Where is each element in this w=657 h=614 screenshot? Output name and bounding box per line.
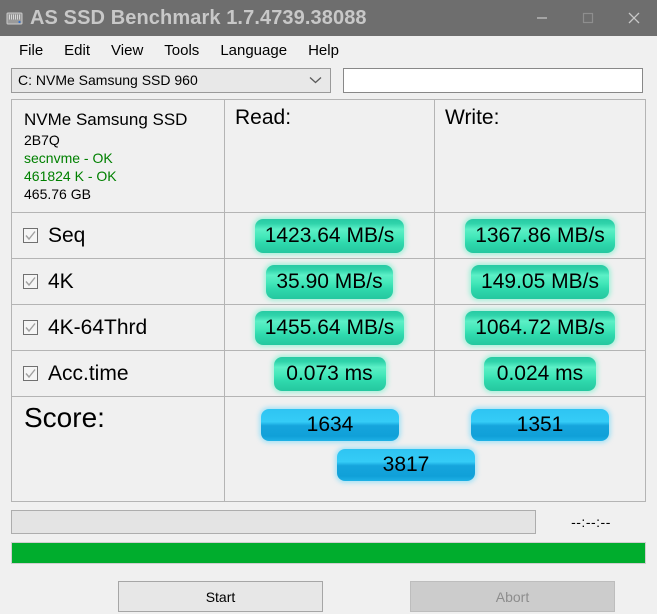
score-total-slot: 3817: [225, 441, 645, 481]
chevron-down-icon: [309, 71, 322, 89]
table-row: Seq 1423.64 MB/s 1367.86 MB/s: [12, 213, 645, 259]
score-row: Score: 1634 1351 3817: [12, 397, 645, 502]
drive-info-panel: NVMe Samsung SSD 2B7Q secnvme - OK 46182…: [12, 100, 225, 212]
score-badges-area: 1634 1351 3817: [225, 397, 645, 501]
grid-header-row: NVMe Samsung SSD 2B7Q secnvme - OK 46182…: [12, 100, 645, 213]
abort-button: Abort: [410, 581, 615, 612]
write-cell-acctime: 0.024 ms: [435, 351, 645, 396]
menu-item-tools[interactable]: Tools: [154, 40, 210, 61]
read-cell-seq: 1423.64 MB/s: [225, 213, 435, 258]
checkbox-checked-icon[interactable]: [23, 366, 38, 381]
table-row: 4K-64Thrd 1455.64 MB/s 1064.72 MB/s: [12, 305, 645, 351]
drive-model: NVMe Samsung SSD: [24, 109, 224, 131]
value-badge: 149.05 MB/s: [471, 265, 609, 299]
close-icon[interactable]: [611, 0, 657, 36]
value-badge: 1455.64 MB/s: [255, 311, 405, 345]
menu-item-help[interactable]: Help: [298, 40, 350, 61]
value-badge: 1064.72 MB/s: [465, 311, 615, 345]
write-cell-4k64thrd: 1064.72 MB/s: [435, 305, 645, 350]
drive-firmware: 2B7Q: [24, 131, 224, 149]
checkbox-checked-icon[interactable]: [23, 320, 38, 335]
score-badge-read: 1634: [261, 409, 399, 441]
menu-item-edit[interactable]: Edit: [54, 40, 101, 61]
table-row: 4K 35.90 MB/s 149.05 MB/s: [12, 259, 645, 305]
row-label-cell-4k64thrd: 4K-64Thrd: [12, 305, 225, 350]
drive-select-value: C: NVMe Samsung SSD 960: [12, 72, 198, 88]
write-header-label: Write:: [435, 100, 645, 130]
read-cell-4k64thrd: 1455.64 MB/s: [225, 305, 435, 350]
read-column-header: Read:: [225, 100, 435, 212]
start-button[interactable]: Start: [118, 581, 323, 612]
read-cell-acctime: 0.073 ms: [225, 351, 435, 396]
score-label-cell: Score:: [12, 397, 225, 501]
selector-row: C: NVMe Samsung SSD 960: [0, 64, 657, 96]
menu-item-file[interactable]: File: [9, 40, 54, 61]
drive-alignment: 461824 K - OK: [24, 167, 224, 185]
value-badge: 35.90 MB/s: [266, 265, 392, 299]
progress-bar-fill: [12, 543, 645, 563]
checkbox-checked-icon[interactable]: [23, 228, 38, 243]
window-title: AS SSD Benchmark 1.7.4739.38088: [30, 7, 367, 30]
status-row: --:--:--: [11, 510, 646, 534]
write-column-header: Write:: [435, 100, 645, 212]
drive-icon: [6, 10, 23, 27]
write-cell-4k: 149.05 MB/s: [435, 259, 645, 304]
maximize-icon[interactable]: [565, 0, 611, 36]
score-badge-total: 3817: [337, 449, 475, 481]
score-badge-write: 1351: [471, 409, 609, 441]
table-row: Acc.time 0.073 ms 0.024 ms: [12, 351, 645, 397]
menu-item-language[interactable]: Language: [210, 40, 298, 61]
value-badge: 1367.86 MB/s: [465, 219, 615, 253]
value-badge: 0.024 ms: [484, 357, 596, 391]
menu-bar: File Edit View Tools Language Help: [0, 36, 657, 64]
row-label-cell-4k: 4K: [12, 259, 225, 304]
results-grid: NVMe Samsung SSD 2B7Q secnvme - OK 46182…: [11, 99, 646, 502]
score-label: Score:: [12, 397, 224, 434]
drive-driver: secnvme - OK: [24, 149, 224, 167]
button-row: Start Abort: [0, 581, 657, 612]
score-read-slot: 1634: [225, 409, 435, 441]
minimize-icon[interactable]: [519, 0, 565, 36]
window-controls: [519, 0, 657, 36]
checkbox-checked-icon[interactable]: [23, 274, 38, 289]
drive-capacity: 465.76 GB: [24, 185, 224, 203]
row-label-seq: Seq: [48, 224, 85, 248]
read-header-label: Read:: [225, 100, 434, 130]
menu-item-view[interactable]: View: [101, 40, 154, 61]
status-message: [11, 510, 536, 534]
read-cell-4k: 35.90 MB/s: [225, 259, 435, 304]
value-badge: 1423.64 MB/s: [255, 219, 405, 253]
score-write-slot: 1351: [435, 409, 645, 441]
title-bar: AS SSD Benchmark 1.7.4739.38088: [0, 0, 657, 36]
copy-result-field[interactable]: [343, 68, 643, 93]
row-label-cell-seq: Seq: [12, 213, 225, 258]
elapsed-timer: --:--:--: [536, 514, 646, 530]
row-label-4k64thrd: 4K-64Thrd: [48, 316, 147, 340]
drive-select[interactable]: C: NVMe Samsung SSD 960: [11, 68, 331, 93]
row-label-cell-acctime: Acc.time: [12, 351, 225, 396]
write-cell-seq: 1367.86 MB/s: [435, 213, 645, 258]
value-badge: 0.073 ms: [274, 357, 386, 391]
progress-bar: [11, 542, 646, 564]
row-label-4k: 4K: [48, 270, 74, 294]
row-label-acctime: Acc.time: [48, 362, 129, 386]
